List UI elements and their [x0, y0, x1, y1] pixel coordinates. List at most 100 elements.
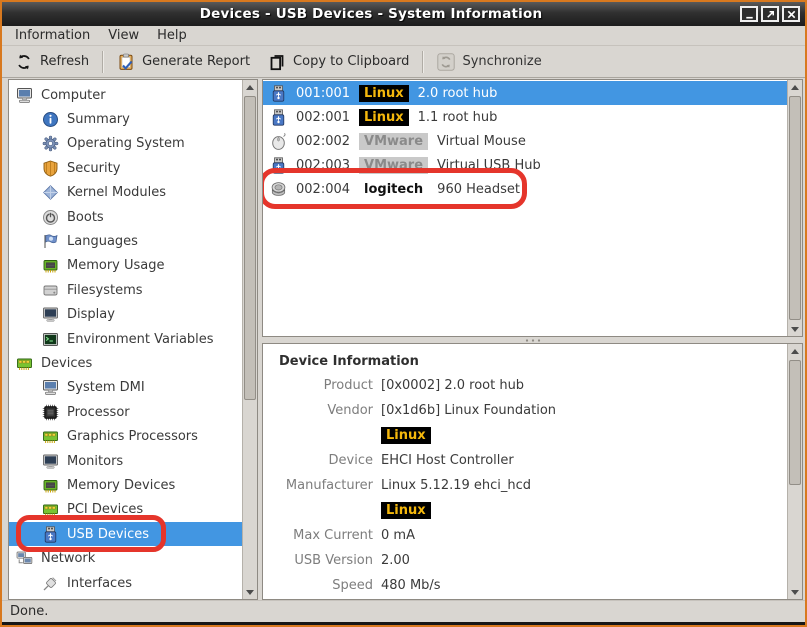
scroll-thumb[interactable]	[789, 360, 801, 485]
toolbar-separator	[422, 51, 424, 73]
info-field-label: USB Version	[263, 553, 373, 568]
sidebar-item-label: Environment Variables	[67, 332, 214, 347]
scroll-up-arrow[interactable]	[788, 344, 802, 358]
usb-device-list: 001:001Linux2.0 root hub002:001Linux1.1 …	[263, 80, 787, 336]
sidebar-item-label: System DMI	[67, 380, 145, 395]
sidebar-item-usb-devices[interactable]: USB Devices	[9, 522, 242, 546]
usb-list-scrollbar[interactable]	[787, 80, 802, 336]
chip-black-icon	[42, 404, 59, 421]
plug-icon	[42, 575, 59, 592]
sidebar-item-partial[interactable]	[9, 595, 242, 599]
scroll-up-arrow[interactable]	[243, 80, 257, 94]
sidebar-item-label: Operating System	[67, 136, 185, 151]
sidebar-item-network[interactable]: Network	[9, 546, 242, 570]
sidebar-item-label: Memory Usage	[67, 258, 165, 273]
sidebar-item-operating-system[interactable]: Operating System	[9, 132, 242, 156]
info-field-value: 2.00	[381, 553, 410, 568]
sidebar-item-kernel-modules[interactable]: Kernel Modules	[9, 181, 242, 205]
menu-help[interactable]: Help	[148, 27, 196, 44]
monitor-icon	[42, 453, 59, 470]
usb-list-row-002-004[interactable]: 002:004logitech960 Headset	[263, 177, 787, 201]
flag-icon	[42, 233, 59, 250]
sidebar-item-languages[interactable]: Languages	[9, 229, 242, 253]
scroll-down-arrow[interactable]	[788, 322, 802, 336]
title-bar[interactable]: Devices - USB Devices - System Informati…	[2, 2, 805, 26]
chip-green-icon	[42, 477, 59, 494]
scroll-track[interactable]	[788, 94, 802, 322]
usb-list-row-002-002[interactable]: 002:002VMwareVirtual Mouse	[263, 129, 787, 153]
usb-device-id: 001:001	[296, 86, 350, 101]
sidebar-item-computer[interactable]: Computer	[9, 83, 242, 107]
sidebar-item-boots[interactable]: Boots	[9, 205, 242, 229]
generate-report-button[interactable]: Generate Report	[108, 48, 259, 76]
sidebar-item-display[interactable]: Display	[9, 303, 242, 327]
toolbar: Refresh Generate ReportCopy to Clipboard S…	[2, 46, 805, 78]
sidebar-item-label: Filesystems	[67, 283, 143, 298]
maximize-icon	[765, 9, 776, 20]
mouse-icon	[270, 133, 287, 150]
usb-device-name: 960 Headset	[437, 182, 520, 197]
chip-green-icon	[42, 257, 59, 274]
sidebar-item-label: Computer	[41, 88, 106, 103]
minimize-icon	[744, 9, 755, 20]
scroll-down-arrow[interactable]	[243, 585, 257, 599]
sidebar-item-environment-variables[interactable]: Environment Variables	[9, 327, 242, 351]
usb-list-row-002-001[interactable]: 002:001Linux1.1 root hub	[263, 105, 787, 129]
info-row-usb-version: USB Version 2.00	[263, 548, 787, 573]
sidebar-item-devices[interactable]: Devices	[9, 351, 242, 375]
usb-device-name: Virtual Mouse	[437, 134, 526, 149]
sidebar-item-processor[interactable]: Processor	[9, 400, 242, 424]
sidebar-item-memory-devices[interactable]: Memory Devices	[9, 473, 242, 497]
info-field-label: Speed	[263, 578, 373, 593]
close-button[interactable]	[782, 6, 800, 22]
terminal-icon	[42, 331, 59, 348]
vendor-badge: VMware	[359, 133, 428, 150]
sidebar-item-label: Languages	[67, 234, 138, 249]
window-bottom-strip	[2, 622, 805, 625]
copy-to-clipboard-button[interactable]: Copy to Clipboard	[259, 48, 418, 76]
scroll-track[interactable]	[788, 358, 802, 585]
usb-icon	[270, 85, 287, 102]
scroll-thumb[interactable]	[789, 96, 801, 320]
sidebar-item-system-dmi[interactable]: System DMI	[9, 376, 242, 400]
sidebar-item-monitors[interactable]: Monitors	[9, 449, 242, 473]
menu-view[interactable]: View	[99, 27, 148, 44]
sidebar-scrollbar[interactable]	[242, 80, 257, 599]
sidebar-item-graphics-processors[interactable]: Graphics Processors	[9, 424, 242, 448]
sidebar-item-memory-usage[interactable]: Memory Usage	[9, 254, 242, 278]
info-field-value: [0x1d6b] Linux Foundation	[381, 403, 556, 418]
scroll-track[interactable]	[243, 94, 257, 585]
scroll-down-arrow[interactable]	[788, 585, 802, 599]
scroll-up-arrow[interactable]	[788, 80, 802, 94]
sidebar-item-pci-devices[interactable]: PCI Devices	[9, 498, 242, 522]
sidebar-tree: Computer Summary Operating System Security K…	[9, 80, 242, 599]
scroll-thumb[interactable]	[244, 96, 256, 400]
menu-information[interactable]: Information	[6, 27, 99, 44]
sidebar-item-filesystems[interactable]: Filesystems	[9, 278, 242, 302]
app-window: Devices - USB Devices - System Informati…	[0, 0, 807, 627]
info-field-label: Manufacturer	[263, 478, 373, 493]
sidebar-item-label: Memory Devices	[67, 478, 175, 493]
sidebar-item-label: Kernel Modules	[67, 185, 166, 200]
shield-icon	[42, 160, 59, 177]
minimize-button[interactable]	[740, 6, 758, 22]
maximize-button[interactable]	[761, 6, 779, 22]
sidebar-item-label: Network	[41, 551, 95, 566]
sidebar-item-label: Interfaces	[67, 576, 132, 591]
sidebar-item-interfaces[interactable]: Interfaces	[9, 571, 242, 595]
monitor-icon	[42, 306, 59, 323]
info-field-label: Max Current	[263, 528, 373, 543]
info-scrollbar[interactable]	[787, 344, 802, 599]
usb-list-row-002-003[interactable]: 002:003VMwareVirtual USB Hub	[263, 153, 787, 177]
refresh-button[interactable]: Refresh	[6, 48, 98, 76]
card-green-icon	[42, 428, 59, 445]
info-badge-row: Linux	[263, 423, 787, 448]
close-icon	[786, 9, 797, 20]
synchronize-button[interactable]: Synchronize	[428, 48, 550, 76]
sidebar-item-summary[interactable]: Summary	[9, 107, 242, 131]
sidebar-item-label: Display	[67, 307, 115, 322]
sidebar-item-security[interactable]: Security	[9, 156, 242, 180]
usb-device-id: 002:004	[296, 182, 350, 197]
window-title: Devices - USB Devices - System Informati…	[2, 6, 740, 22]
usb-list-row-001-001[interactable]: 001:001Linux2.0 root hub	[263, 81, 787, 105]
